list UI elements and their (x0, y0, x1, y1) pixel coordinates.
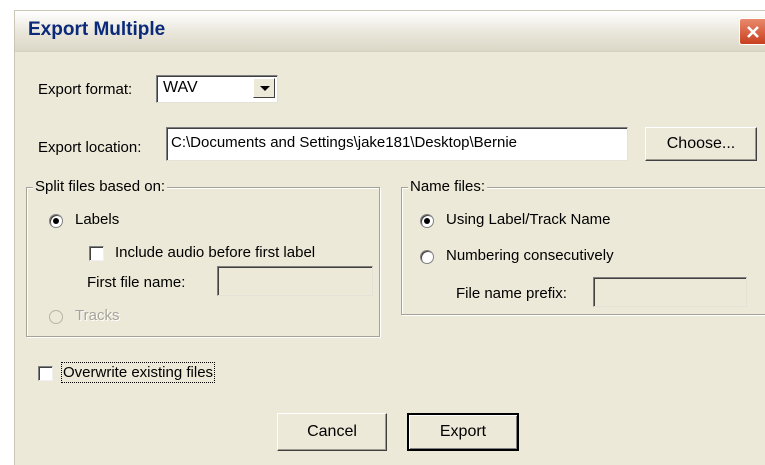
using-label-radio[interactable] (420, 214, 434, 228)
name-files-group: Name files: Using Label/Track Name Numbe… (401, 178, 765, 315)
choose-button[interactable]: Choose... (645, 127, 757, 161)
overwrite-label[interactable]: Overwrite existing files (60, 362, 216, 383)
export-format-value: WAV (163, 79, 198, 96)
using-label-radio-label[interactable]: Using Label/Track Name (446, 211, 611, 228)
cancel-button[interactable]: Cancel (277, 413, 387, 451)
file-name-prefix-field[interactable] (593, 277, 747, 307)
tracks-radio-label[interactable]: Tracks (75, 307, 119, 324)
export-format-dropdown[interactable]: WAV (156, 75, 278, 103)
numbering-radio[interactable] (420, 250, 434, 264)
choose-button-label: Choose... (666, 135, 736, 152)
close-button[interactable] (739, 18, 765, 45)
export-button[interactable]: Export (407, 413, 519, 451)
window-title: Export Multiple (28, 19, 166, 40)
export-location-field[interactable]: C:\Documents and Settings\jake181\Deskto… (166, 127, 628, 161)
split-files-legend: Split files based on: (33, 178, 168, 195)
numbering-radio-label[interactable]: Numbering consecutively (446, 247, 614, 264)
file-name-prefix-label: File name prefix: (456, 285, 567, 302)
labels-radio[interactable] (49, 214, 63, 228)
export-format-label: Export format: (38, 81, 133, 98)
cancel-button-label: Cancel (307, 423, 357, 440)
include-audio-checkbox[interactable] (89, 246, 104, 261)
first-file-name-field[interactable] (217, 266, 373, 296)
labels-radio-label[interactable]: Labels (75, 211, 119, 228)
name-files-legend: Name files: (408, 178, 488, 195)
export-location-label: Export location: (38, 139, 142, 156)
split-files-group: Split files based on: Labels Include aud… (26, 178, 380, 337)
export-location-value: C:\Documents and Settings\jake181\Deskto… (171, 134, 518, 151)
first-file-name-label: First file name: (87, 274, 186, 291)
overwrite-checkbox[interactable] (38, 366, 53, 381)
include-audio-label[interactable]: Include audio before first label (115, 244, 315, 261)
export-multiple-dialog: Export Multiple Export format: WAV Expor… (14, 10, 765, 465)
export-button-label: Export (439, 423, 487, 440)
title-bar[interactable]: Export Multiple (15, 11, 765, 52)
chevron-down-icon[interactable] (253, 78, 275, 98)
tracks-radio[interactable] (49, 310, 63, 324)
